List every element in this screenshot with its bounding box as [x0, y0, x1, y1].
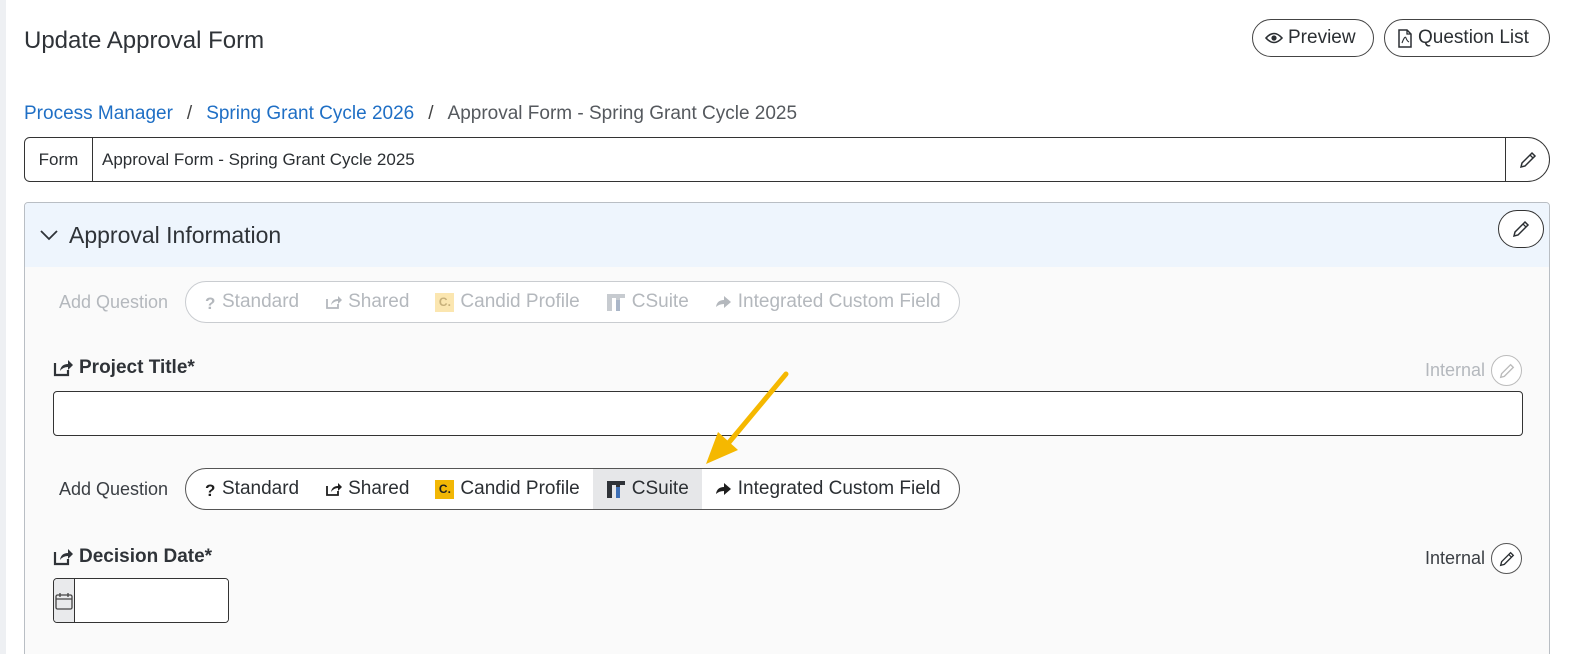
share-icon: [53, 549, 73, 566]
add-csuite-button[interactable]: CSuite: [593, 282, 702, 322]
project-title-label: Project Title*: [53, 357, 195, 379]
candid-profile-label: Candid Profile: [460, 478, 580, 499]
candid-logo-icon: C.: [435, 479, 455, 499]
add-integrated-custom-field-button[interactable]: Integrated Custom Field: [702, 469, 954, 509]
csuite-label: CSuite: [631, 478, 689, 499]
calendar-icon: [55, 592, 73, 610]
add-standard-button[interactable]: ? Standard: [191, 282, 312, 322]
add-question-label: Add Question: [59, 478, 169, 499]
question-type-group: ? Standard Shared C. Candid Profile CSui…: [185, 468, 960, 510]
add-candid-profile-button[interactable]: C. Candid Profile: [422, 282, 592, 322]
integrated-custom-field-label: Integrated Custom Field: [737, 291, 941, 312]
question-list-button[interactable]: Question List: [1384, 19, 1550, 57]
pencil-icon: [1519, 151, 1536, 168]
forward-arrows-icon: [715, 483, 731, 495]
csuite-label: CSuite: [631, 291, 689, 312]
add-csuite-button[interactable]: CSuite: [592, 469, 702, 509]
section-edit-button[interactable]: [1498, 210, 1544, 248]
breadcrumb-separator: /: [186, 103, 193, 124]
add-integrated-custom-field-button[interactable]: Integrated Custom Field: [702, 282, 954, 322]
pencil-icon: [1499, 363, 1514, 378]
form-name-value: Approval Form - Spring Grant Cycle 2025: [102, 149, 415, 169]
internal-label: Internal: [1424, 548, 1485, 568]
internal-label: Internal: [1424, 360, 1485, 380]
candid-profile-label: Candid Profile: [460, 291, 580, 312]
form-label: Form: [25, 138, 93, 181]
question-list-label: Question List: [1418, 27, 1529, 48]
decision-date-visibility: Internal: [1425, 543, 1522, 574]
add-question-row: Add Question ? Standard Shared C. Candid…: [59, 468, 960, 510]
breadcrumb-grant-cycle[interactable]: Spring Grant Cycle 2026: [206, 103, 414, 125]
project-title-visibility: Internal: [1425, 355, 1522, 386]
project-title-text: Project Title*: [79, 357, 195, 378]
section-header: Approval Information: [25, 203, 1549, 267]
breadcrumb-current: Approval Form - Spring Grant Cycle 2025: [447, 103, 798, 124]
form-name-row: Form Approval Form - Spring Grant Cycle …: [24, 137, 1550, 182]
question-mark-icon: ?: [205, 294, 215, 311]
add-candid-profile-button[interactable]: C. Candid Profile: [422, 469, 592, 509]
pdf-file-icon: [1398, 28, 1412, 48]
decision-date-input[interactable]: [75, 579, 228, 622]
share-icon: [326, 295, 343, 309]
svg-text:?: ?: [205, 481, 215, 498]
svg-text:?: ?: [205, 294, 215, 311]
section-title: Approval Information: [69, 221, 282, 248]
left-edge-strip: [0, 0, 6, 654]
standard-label: Standard: [222, 291, 300, 312]
preview-label: Preview: [1288, 27, 1356, 48]
decision-date-text: Decision Date*: [79, 546, 213, 567]
chevron-down-icon[interactable]: [39, 229, 59, 241]
add-question-row-top: Add Question ? Standard Shared C. Candid…: [59, 281, 960, 323]
decision-date-edit-button[interactable]: [1491, 543, 1522, 574]
question-type-group: ? Standard Shared C. Candid Profile CSui…: [185, 281, 960, 323]
add-shared-button[interactable]: Shared: [312, 282, 422, 322]
breadcrumb: Process Manager / Spring Grant Cycle 202…: [24, 103, 797, 125]
integrated-custom-field-label: Integrated Custom Field: [737, 478, 941, 499]
share-icon: [53, 360, 73, 377]
share-icon: [326, 482, 343, 496]
shared-label: Shared: [348, 478, 410, 499]
csuite-logo-icon: [606, 481, 625, 498]
eye-icon: [1265, 32, 1283, 44]
annotation-arrow: [706, 371, 789, 464]
page-title: Update Approval Form: [24, 27, 265, 54]
forward-arrows-icon: [715, 296, 731, 308]
preview-button[interactable]: Preview: [1252, 19, 1374, 57]
add-question-label: Add Question: [59, 291, 169, 312]
candid-logo-icon: C.: [435, 292, 455, 312]
breadcrumb-separator: /: [428, 103, 434, 124]
breadcrumb-process-manager[interactable]: Process Manager: [24, 103, 173, 125]
date-picker-button[interactable]: [54, 579, 75, 622]
decision-date-label: Decision Date*: [53, 546, 212, 568]
standard-label: Standard: [222, 478, 300, 499]
pencil-icon: [1512, 220, 1530, 238]
shared-label: Shared: [348, 291, 410, 312]
pencil-icon: [1499, 551, 1514, 566]
csuite-logo-icon: [606, 294, 625, 311]
question-mark-icon: ?: [205, 481, 215, 498]
add-shared-button[interactable]: Shared: [312, 469, 422, 509]
project-title-edit-button[interactable]: [1491, 355, 1522, 386]
form-edit-button[interactable]: [1505, 138, 1549, 181]
decision-date-field: [53, 578, 229, 623]
add-standard-button[interactable]: ? Standard: [191, 469, 312, 509]
